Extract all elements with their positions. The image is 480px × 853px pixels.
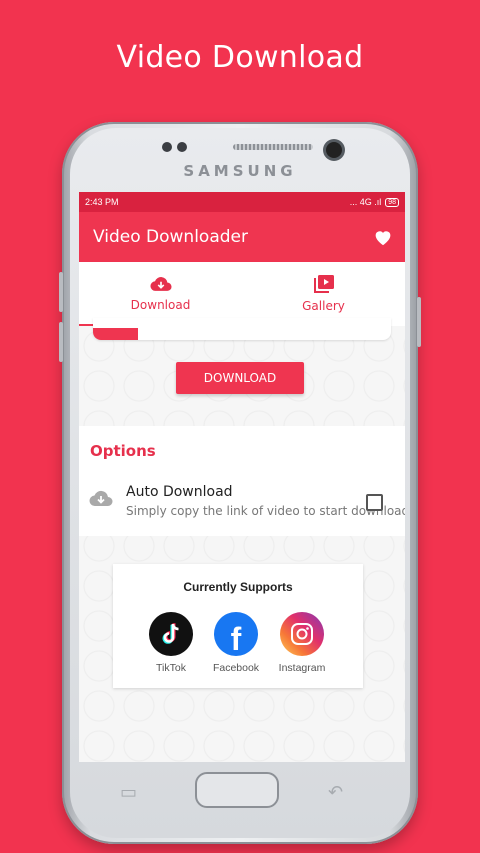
instagram-icon bbox=[280, 612, 324, 656]
app-screen: 2:43 PM ... 4G .ıl 98 Video Downloader D… bbox=[79, 192, 405, 762]
sensor-icon bbox=[177, 142, 187, 152]
tab-download[interactable]: Download bbox=[79, 262, 242, 326]
signal-icon: ... 4G .ıl bbox=[349, 197, 382, 207]
download-button[interactable]: DOWNLOAD bbox=[176, 362, 304, 394]
speaker-grille bbox=[233, 144, 313, 150]
url-input[interactable] bbox=[93, 318, 391, 340]
power-button bbox=[417, 297, 421, 347]
status-bar: 2:43 PM ... 4G .ıl 98 bbox=[79, 192, 405, 212]
front-camera-icon bbox=[326, 142, 342, 158]
app-bar: Video Downloader bbox=[79, 212, 405, 262]
device-brand: SAMSUNG bbox=[183, 162, 297, 180]
platform-facebook[interactable]: f Facebook bbox=[201, 612, 271, 674]
headline: Video Download bbox=[116, 40, 364, 75]
sensor-icon bbox=[162, 142, 172, 152]
platform-facebook-label: Facebook bbox=[212, 662, 260, 674]
heart-icon[interactable] bbox=[373, 228, 393, 246]
cloud-download-icon bbox=[89, 490, 113, 507]
battery-icon: 98 bbox=[385, 197, 399, 207]
video-library-icon bbox=[313, 275, 334, 293]
volume-button bbox=[59, 322, 63, 362]
tab-gallery-label: Gallery bbox=[302, 299, 345, 313]
battery-level: 98 bbox=[388, 198, 396, 206]
download-panel: DOWNLOAD Options Auto Download Simply co… bbox=[79, 318, 405, 762]
input-accent bbox=[93, 328, 138, 340]
auto-download-description: Simply copy the link of video to start d… bbox=[126, 504, 405, 518]
tab-gallery[interactable]: Gallery bbox=[242, 262, 405, 326]
tab-download-label: Download bbox=[130, 298, 191, 312]
status-time: 2:43 PM bbox=[85, 197, 119, 207]
tiktok-icon bbox=[149, 612, 193, 656]
platform-tiktok-label: TikTok bbox=[156, 662, 186, 674]
auto-download-checkbox[interactable] bbox=[366, 494, 383, 511]
auto-download-label: Auto Download bbox=[126, 484, 233, 500]
supports-card: Currently Supports TikTok f Facebook Ins… bbox=[113, 564, 363, 688]
facebook-icon: f bbox=[214, 612, 258, 657]
options-section: Options Auto Download Simply copy the li… bbox=[79, 426, 405, 536]
platform-tiktok[interactable]: TikTok bbox=[136, 612, 206, 674]
volume-button bbox=[59, 272, 63, 312]
home-button[interactable] bbox=[195, 772, 279, 808]
options-title: Options bbox=[90, 442, 156, 460]
supports-title: Currently Supports bbox=[183, 580, 293, 594]
tab-bar: Download Gallery bbox=[79, 262, 405, 326]
cloud-download-icon bbox=[149, 277, 172, 291]
back-icon: ↶ bbox=[328, 782, 344, 802]
platform-instagram[interactable]: Instagram bbox=[267, 612, 337, 674]
app-title: Video Downloader bbox=[93, 227, 248, 247]
platform-instagram-label: Instagram bbox=[278, 662, 326, 674]
recent-apps-icon: ▭ bbox=[120, 782, 138, 802]
